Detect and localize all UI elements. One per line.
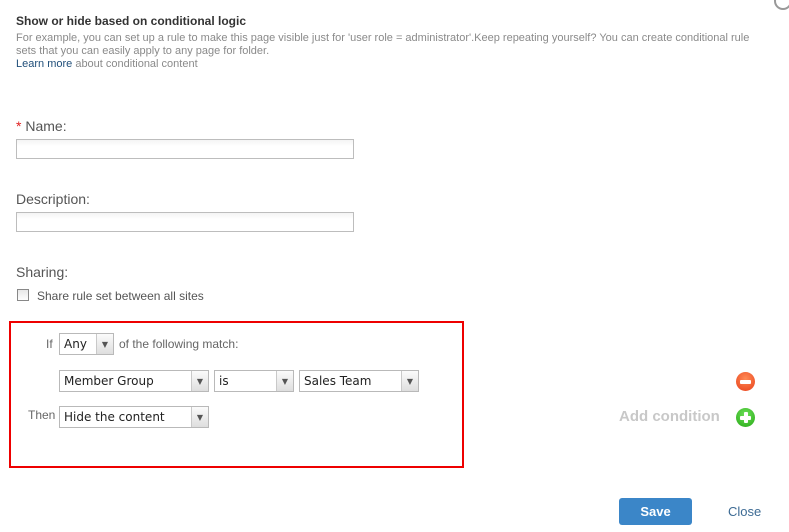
then-label: Then [28,408,56,422]
description-input[interactable] [16,212,354,232]
save-button[interactable]: Save [619,498,692,525]
name-input[interactable] [16,139,354,159]
name-label: * Name: [16,118,67,134]
description-text: For example, you can set up a rule to ma… [16,32,750,57]
condition-operator-value: is [219,374,229,388]
chevron-down-icon: ▼ [191,407,208,427]
share-checkbox[interactable] [17,289,29,301]
share-checkbox-label[interactable]: Share rule set between all sites [37,289,204,303]
learn-more-link[interactable]: Learn more [16,58,72,70]
condition-field-select[interactable]: Member Group ▼ [59,370,209,392]
add-condition-icon[interactable] [736,408,755,427]
if-label: If [46,337,53,351]
learn-more-suffix: about conditional content [72,58,198,70]
match-suffix: of the following match: [119,337,239,351]
window-corner-icon [774,0,789,10]
match-mode-value: Any [64,337,87,351]
action-value: Hide the content [64,410,165,424]
section-title: Show or hide based on conditional logic [16,14,247,28]
required-marker: * [16,118,22,134]
close-button[interactable]: Close [728,504,761,519]
action-select[interactable]: Hide the content ▼ [59,406,209,428]
match-mode-select[interactable]: Any ▼ [59,333,114,355]
remove-condition-icon[interactable] [736,372,755,391]
chevron-down-icon: ▼ [276,371,293,391]
condition-value-select[interactable]: Sales Team ▼ [299,370,419,392]
chevron-down-icon: ▼ [191,371,208,391]
condition-field-value: Member Group [64,374,154,388]
section-description: For example, you can set up a rule to ma… [16,32,766,71]
add-condition-label[interactable]: Add condition [619,408,720,425]
sharing-label: Sharing: [16,264,69,280]
condition-operator-select[interactable]: is ▼ [214,370,294,392]
description-label: Description: [16,191,90,207]
chevron-down-icon: ▼ [401,371,418,391]
name-label-text: Name: [25,118,67,134]
chevron-down-icon: ▼ [96,334,113,354]
condition-value-value: Sales Team [304,374,372,388]
